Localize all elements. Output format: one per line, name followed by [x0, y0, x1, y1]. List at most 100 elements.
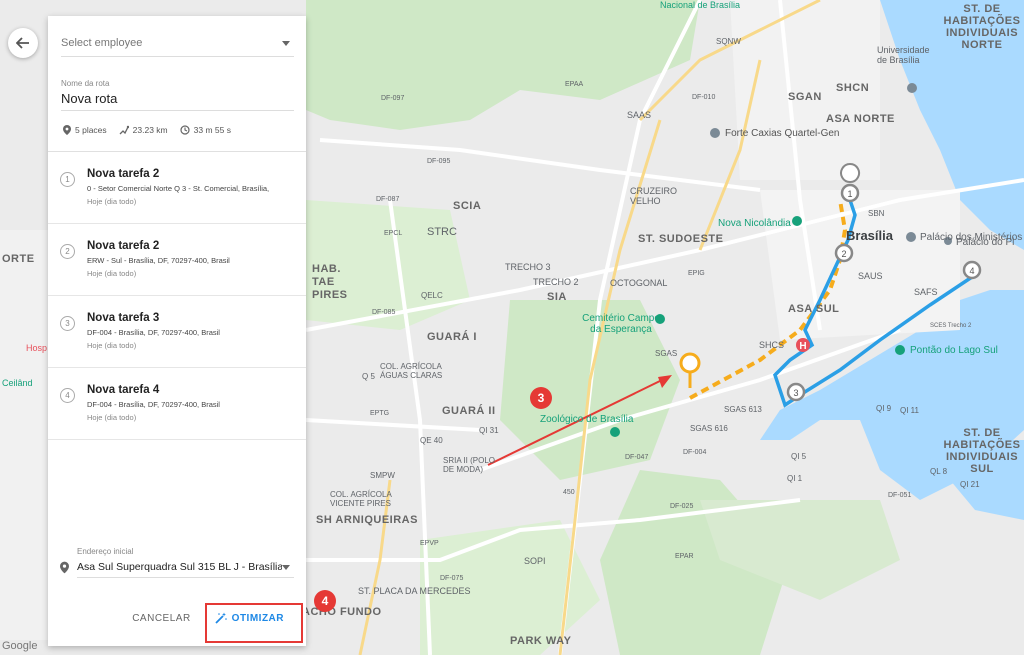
map-label: SIA [547, 291, 567, 303]
map-label: ST. DE HABITAÇÕES INDIVIDUAIS NORTE [943, 3, 1021, 51]
poi-label: Universidade de Brasília [877, 45, 930, 65]
road-label: EPAA [565, 81, 584, 88]
map-label: PARK WAY [510, 635, 572, 647]
svg-text:4: 4 [969, 266, 974, 276]
road-label: DF-075 [440, 575, 464, 582]
employee-select[interactable]: Select employee [61, 30, 294, 57]
road-label: EPTG [370, 410, 390, 417]
map-label: Q 5 [362, 372, 375, 381]
map-label: SGAN [788, 91, 822, 103]
svg-text:3: 3 [793, 388, 798, 398]
route-icon [119, 125, 129, 135]
employee-select-placeholder: Select employee [61, 37, 143, 49]
route-panel: Select employee Nome da rota Nova rota 5… [48, 16, 306, 646]
road-label: DF-085 [372, 309, 396, 316]
start-marker-icon [679, 352, 701, 374]
route-marker-1 [840, 163, 861, 183]
duration-stat: 33 m 55 s [180, 125, 231, 135]
map-label: SAUS [858, 271, 883, 281]
road-label: DF-025 [670, 503, 694, 510]
map-label: Ceilând [2, 378, 33, 388]
back-button[interactable] [8, 28, 38, 58]
road-label: SCES Trecho 2 [930, 323, 972, 329]
task-number: 4 [60, 388, 75, 403]
poi-label: Cemitério Campo da Esperança [582, 313, 660, 335]
arrow-left-icon [16, 37, 29, 49]
road-label: DF-097 [381, 95, 405, 102]
road-label: 450 [563, 489, 575, 496]
map-label: QI 1 [787, 474, 803, 483]
task-address: ERW - Sul - Brasília, DF, 70297-400, Bra… [87, 256, 230, 265]
task-item-4[interactable]: 4 Nova tarefa 4 DF-004 - Brasília, DF, 7… [48, 368, 306, 440]
map-label: ORTE [2, 253, 35, 265]
task-title: Nova tarefa 2 [87, 168, 160, 180]
chevron-down-icon[interactable] [282, 564, 290, 570]
map-label: QI 21 [960, 480, 980, 489]
map-label: SHCN [836, 82, 870, 94]
route-distance: 23.23 km [132, 125, 168, 135]
map-label: QI 9 [876, 404, 892, 413]
map-label: STRC [427, 226, 457, 238]
map-label: Hosp [26, 343, 48, 353]
task-address: DF-004 - Brasília, DF, 70297-400, Brasil [87, 400, 220, 409]
road-label: DF-047 [625, 454, 649, 461]
map-label: ASA NORTE [826, 113, 895, 125]
road-label: DF-004 [683, 449, 707, 456]
task-address: DF-004 - Brasília, DF, 70297-400, Brasil [87, 328, 220, 337]
poi-label: Zoológico de Brasília [540, 414, 634, 425]
road-label: DF-051 [888, 492, 912, 499]
road-label: EPCL [384, 230, 403, 237]
map-label: Brasília [846, 228, 893, 243]
road-label: DF-010 [692, 94, 716, 101]
poi-label: Forte Caxias Quartel-Gen [725, 128, 840, 139]
poi-label: Nacional de Brasília [660, 0, 741, 10]
route-duration: 33 m 55 s [193, 125, 231, 135]
task-title: Nova tarefa 2 [87, 240, 160, 252]
svg-text:H: H [799, 341, 806, 352]
task-number: 3 [60, 316, 75, 331]
map-label: SHCS [759, 340, 785, 350]
map-label: COL. AGRÍCOLA ÁGUAS CLARAS [380, 362, 443, 380]
cancel-button[interactable]: CANCELAR [132, 613, 190, 624]
task-item-2[interactable]: 2 Nova tarefa 2 ERW - Sul - Brasília, DF… [48, 224, 306, 296]
poi-label: Nova Nicolândia [718, 218, 791, 229]
route-name-field[interactable]: Nome da rota Nova rota [61, 79, 294, 111]
map-label: SCIA [453, 200, 482, 212]
svg-text:2: 2 [841, 249, 846, 259]
map-label: COL. AGRÍCOLA VICENTE PIRES [330, 490, 392, 508]
places-stat: 5 places [63, 125, 107, 135]
task-item-1[interactable]: 1 Nova tarefa 2 0 - Setor Comercial Nort… [48, 152, 306, 224]
poi-label: Pontão do Lago Sul [910, 345, 998, 356]
task-schedule: Hoje (dia todo) [87, 197, 137, 206]
map-label: SGAS [655, 349, 678, 358]
task-schedule: Hoje (dia todo) [87, 341, 137, 350]
map-label: SGAS 616 [690, 424, 728, 433]
map-label: SAAS [627, 110, 652, 120]
map-label: QELC [421, 291, 443, 300]
task-number: 1 [60, 172, 75, 187]
map-label: QL 8 [930, 467, 948, 476]
task-number: 2 [60, 244, 75, 259]
start-address-label: Endereço inicial [77, 547, 134, 556]
map-label: ST. PLACA DA MERCEDES [358, 586, 471, 596]
map-label: SMPW [370, 471, 395, 480]
map-label: GUARÁ I [427, 331, 477, 343]
route-name-input[interactable]: Nova rota [61, 91, 294, 106]
annotation-step-3-badge: 3 [530, 387, 552, 409]
start-address-field[interactable]: Endereço inicial Asa Sul Superquadra Sul… [60, 547, 294, 582]
task-address: 0 - Setor Comercial Norte Q 3 - St. Come… [87, 184, 270, 193]
map-label: SAFS [914, 287, 938, 297]
start-address-select[interactable]: Asa Sul Superquadra Sul 315 BL J - Brasí… [77, 561, 282, 573]
task-item-3[interactable]: 3 Nova tarefa 3 DF-004 - Brasília, DF, 7… [48, 296, 306, 368]
map-label: SOPI [524, 556, 546, 566]
chevron-down-icon [282, 40, 290, 46]
map-label: QI 11 [900, 406, 919, 415]
annotation-highlight-box [205, 603, 303, 643]
places-count: 5 places [75, 125, 107, 135]
map-label: ASA SUL [788, 303, 840, 315]
map-label: OCTOGONAL [610, 278, 668, 288]
map-label: SGAS 613 [724, 405, 762, 414]
map-label: HAB. TAE PIRES [312, 263, 348, 301]
location-pin-icon [60, 561, 69, 574]
task-title: Nova tarefa 3 [87, 312, 160, 324]
